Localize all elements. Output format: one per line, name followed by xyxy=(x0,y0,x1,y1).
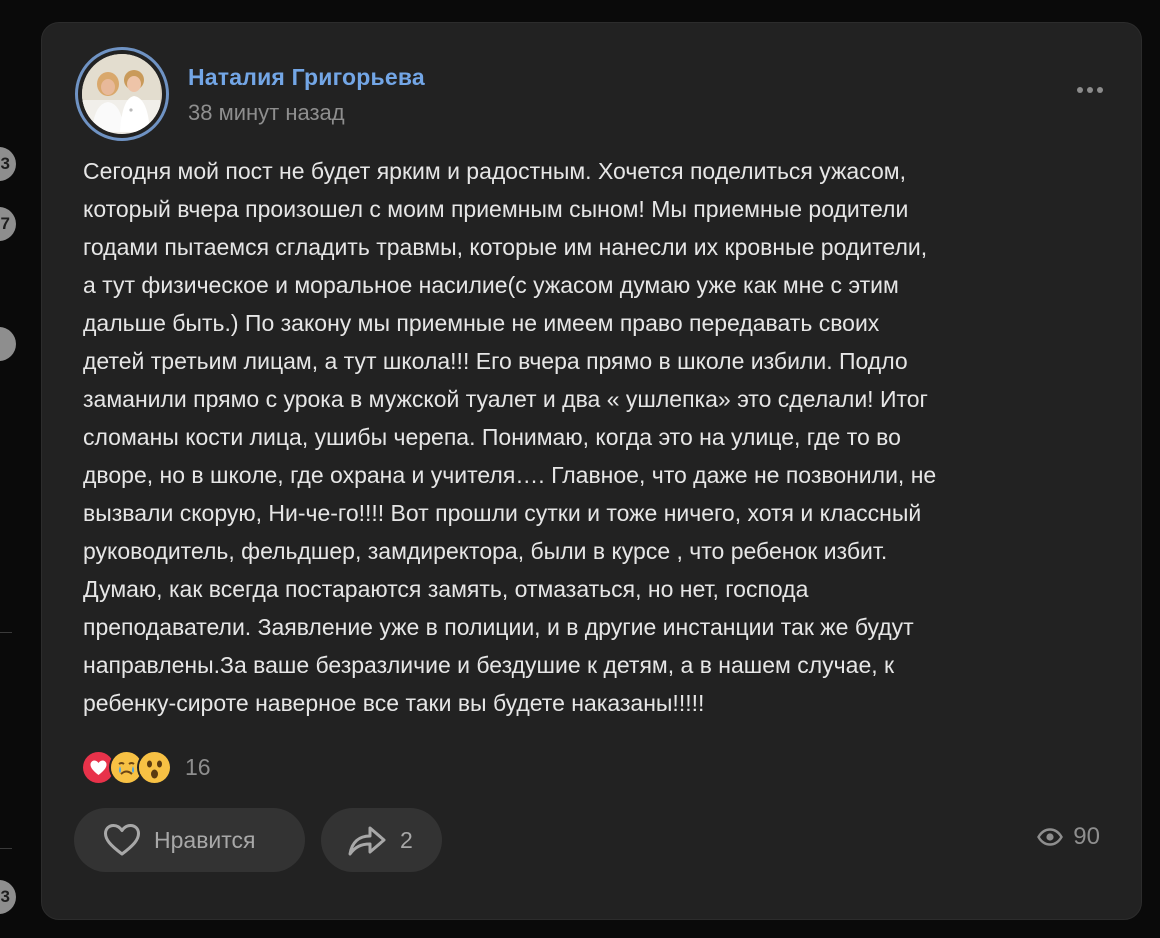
share-count: 2 xyxy=(400,826,413,853)
post-card: Наталия Григорьева 38 минут назад Сегодн… xyxy=(41,22,1142,920)
views-counter: 90 xyxy=(1037,823,1100,851)
edge-counter-badge: 3 xyxy=(0,880,16,914)
reactions-summary[interactable]: 16 xyxy=(81,750,211,785)
heart-outline-icon xyxy=(104,824,140,856)
author-avatar[interactable] xyxy=(75,47,169,141)
surprised-face-reaction-icon xyxy=(137,750,172,785)
edge-counter-badge xyxy=(0,327,16,361)
post-timestamp[interactable]: 38 минут назад xyxy=(188,100,345,126)
more-dot-icon xyxy=(1097,87,1103,93)
like-label: Нравится xyxy=(154,826,256,853)
like-button[interactable]: Нравится xyxy=(74,808,305,872)
more-options-button[interactable] xyxy=(1077,87,1103,93)
post-text: Сегодня мой пост не будет ярким и радост… xyxy=(83,158,937,716)
more-dot-icon xyxy=(1077,87,1083,93)
views-count: 90 xyxy=(1073,823,1100,850)
edge-divider xyxy=(0,632,12,633)
author-name-link[interactable]: Наталия Григорьева xyxy=(188,64,425,91)
edge-counter-badge: 7 xyxy=(0,207,16,241)
edge-divider xyxy=(0,848,12,849)
share-button[interactable]: 2 xyxy=(321,808,442,872)
more-dot-icon xyxy=(1087,87,1093,93)
eye-icon xyxy=(1037,828,1064,846)
avatar-photo-image xyxy=(82,54,160,132)
reaction-count: 16 xyxy=(185,754,211,780)
edge-counter-badge: 3 xyxy=(0,147,16,181)
avatar-photo xyxy=(82,54,162,134)
share-arrow-icon xyxy=(348,826,386,856)
